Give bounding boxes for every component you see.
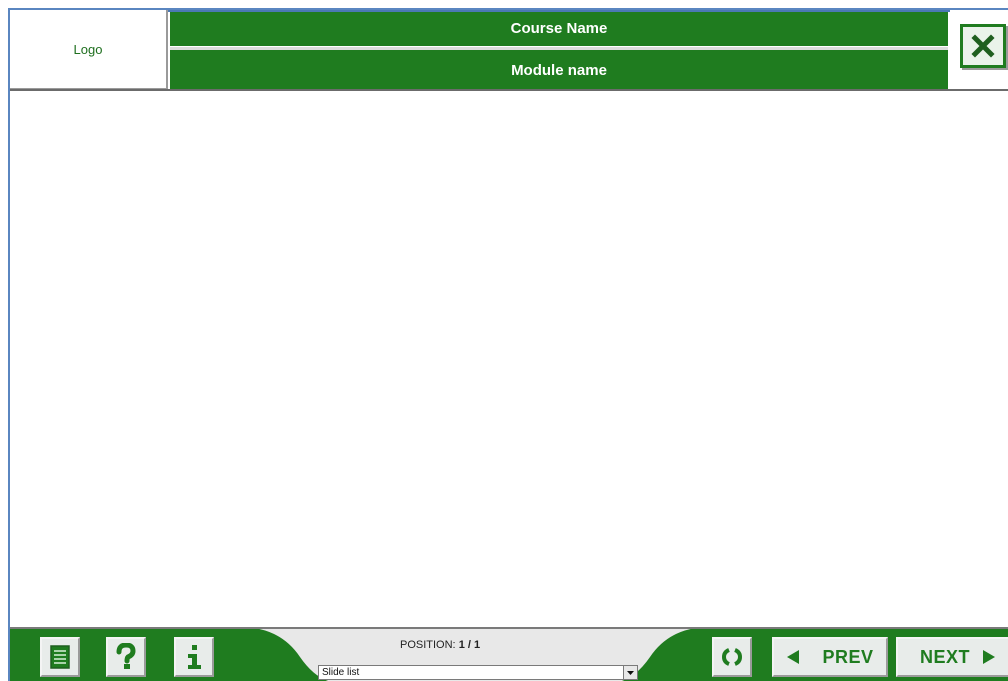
position-indicator: POSITION: 1 / 1: [400, 639, 480, 651]
arrow-right-icon: [983, 650, 996, 664]
module-name: Module name: [511, 61, 607, 79]
position-value: 1 / 1: [458, 639, 481, 651]
close-icon: [971, 34, 995, 58]
slide-content-area: [10, 91, 1008, 627]
close-button[interactable]: [960, 24, 1006, 68]
prev-label: PREV: [822, 646, 874, 667]
course-name: Course Name: [510, 20, 608, 37]
slide-list-select[interactable]: Slide list: [318, 665, 638, 680]
help-button[interactable]: [106, 637, 146, 677]
prev-button[interactable]: PREV: [772, 637, 888, 677]
slide-list-value: Slide list: [322, 667, 360, 678]
table-of-contents-button[interactable]: [40, 637, 80, 677]
arrow-left-icon: [787, 650, 800, 664]
info-icon: [188, 645, 201, 669]
replay-button[interactable]: [712, 637, 752, 677]
next-label: NEXT: [920, 646, 971, 667]
next-button[interactable]: NEXT: [896, 637, 1008, 677]
question-icon: [116, 643, 136, 669]
list-icon: [50, 645, 70, 669]
course-title-bar: Course Name: [170, 12, 948, 46]
logo: Logo: [10, 10, 168, 90]
info-button[interactable]: [174, 637, 214, 677]
logo-text: Logo: [73, 41, 103, 57]
replay-icon: [722, 648, 742, 666]
module-title-bar: Module name: [170, 50, 948, 90]
position-label: POSITION:: [400, 639, 456, 651]
footer-navbar: POSITION: 1 / 1 Slide list PREV NEXT: [10, 627, 1008, 681]
chevron-down-icon: [623, 666, 637, 679]
